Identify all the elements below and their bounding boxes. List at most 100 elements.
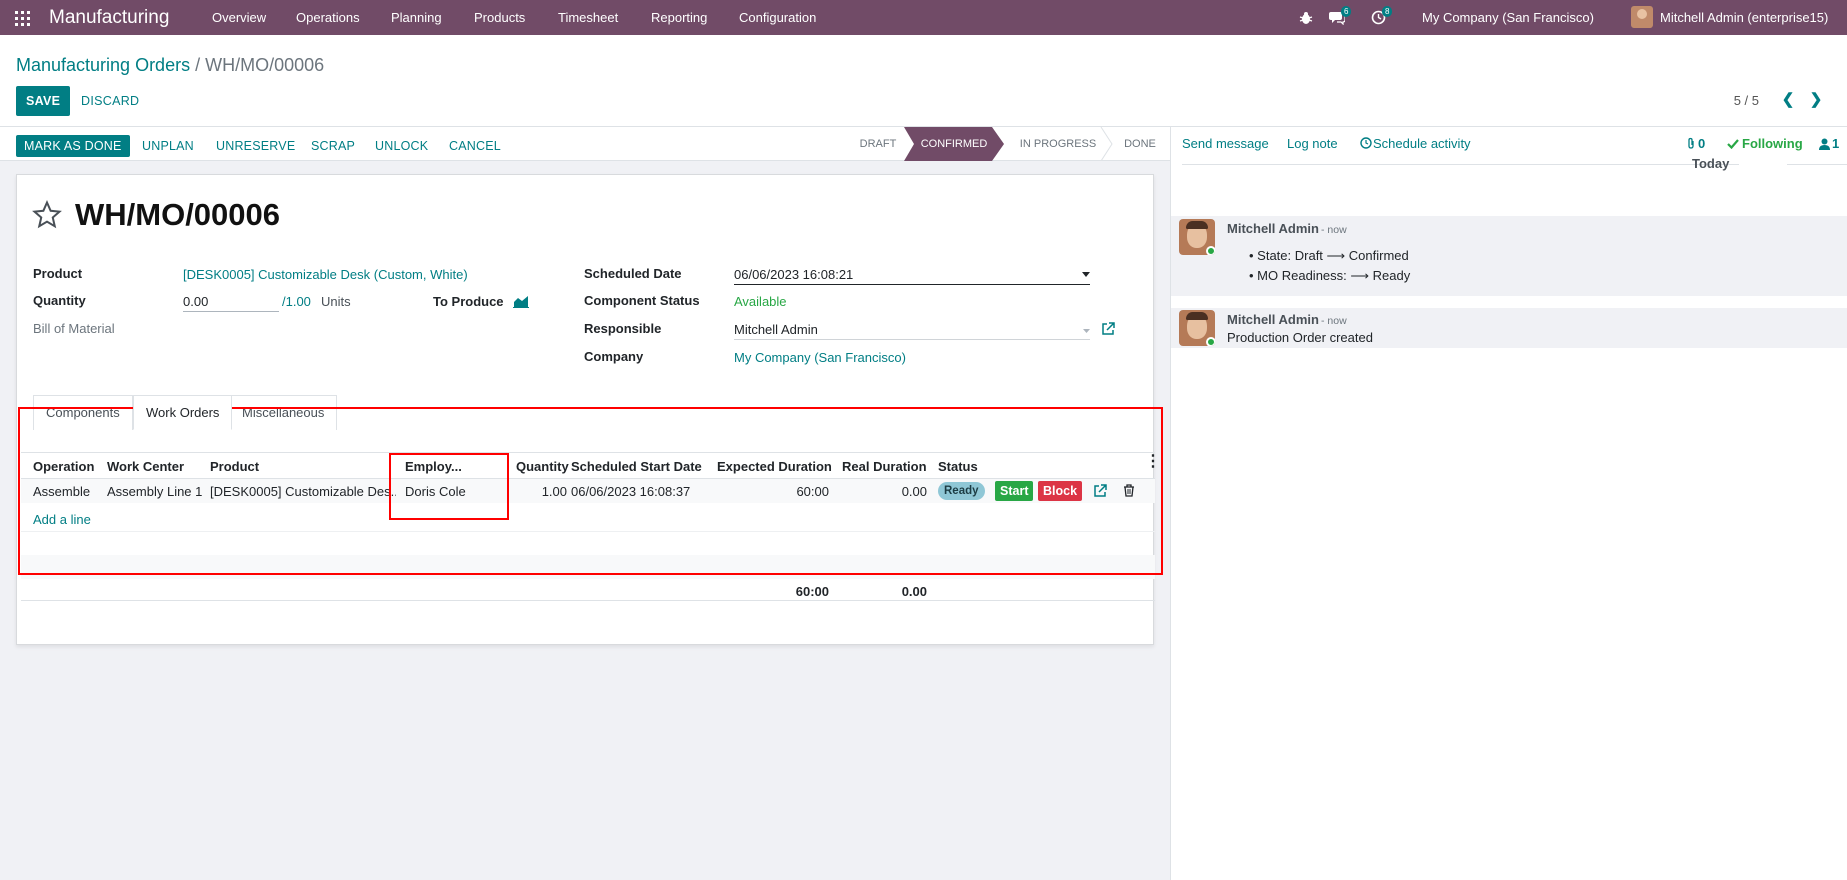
- responsible-dropdown-icon[interactable]: [1083, 329, 1090, 333]
- save-button[interactable]: SAVE: [16, 86, 71, 116]
- menu-configuration[interactable]: Configuration: [739, 10, 816, 25]
- followers-user-icon[interactable]: [1819, 138, 1830, 150]
- row-product[interactable]: [DESK0005] Customizable Des...: [210, 484, 396, 499]
- product-field[interactable]: [DESK0005] Customizable Desk (Custom, Wh…: [183, 267, 468, 282]
- col-scheduled-start-date[interactable]: Scheduled Start Date: [571, 459, 702, 474]
- row-work-center[interactable]: Assembly Line 1: [107, 484, 202, 499]
- pager-next-icon[interactable]: ❯: [1808, 92, 1824, 108]
- total-real-duration: 0.00: [901, 584, 927, 599]
- open-workorder-icon[interactable]: [1093, 484, 1107, 498]
- attachments-count[interactable]: 0: [1698, 136, 1705, 151]
- followers-count[interactable]: 1: [1832, 136, 1839, 151]
- log-note-button[interactable]: Log note: [1287, 136, 1338, 151]
- breadcrumb: Manufacturing Orders / WH/MO/00006: [16, 55, 324, 76]
- quantity-label: Quantity: [33, 293, 86, 308]
- row-start-date[interactable]: 06/06/2023 16:08:37: [571, 484, 690, 499]
- date-separator-line-left: [1182, 164, 1739, 165]
- row-real-duration[interactable]: 0.00: [877, 484, 927, 499]
- col-expected-duration[interactable]: Expected Duration: [717, 459, 832, 474]
- apps-menu-icon[interactable]: [15, 11, 30, 26]
- tab-miscellaneous[interactable]: Miscellaneous: [229, 395, 338, 430]
- stage-in-progress[interactable]: IN PROGRESS: [1016, 127, 1100, 161]
- debug-bug-icon[interactable]: [1299, 11, 1313, 25]
- author-avatar[interactable]: [1179, 310, 1215, 346]
- bom-label: Bill of Material: [33, 321, 115, 336]
- priority-star-icon[interactable]: [32, 200, 62, 230]
- cancel-button[interactable]: CANCEL: [449, 135, 501, 157]
- row-expected-duration[interactable]: 60:00: [773, 484, 829, 499]
- to-produce-label: To Produce: [433, 294, 504, 309]
- start-button[interactable]: Start: [995, 481, 1034, 501]
- total-expected-duration: 60:00: [795, 584, 829, 599]
- message-time: - now: [1321, 315, 1347, 327]
- schedule-activity-button[interactable]: Schedule activity: [1373, 136, 1471, 151]
- menu-reporting[interactable]: Reporting: [651, 10, 707, 25]
- company-switcher[interactable]: My Company (San Francisco): [1422, 10, 1594, 25]
- responsible-field[interactable]: Mitchell Admin: [734, 322, 818, 337]
- paperclip-icon[interactable]: [1686, 137, 1696, 150]
- forecast-chart-icon[interactable]: [513, 295, 529, 308]
- discard-button[interactable]: DISCARD: [81, 86, 139, 116]
- breadcrumb-parent[interactable]: Manufacturing Orders: [16, 55, 190, 75]
- company-label: Company: [584, 349, 644, 364]
- breadcrumb-separator: /: [195, 55, 201, 75]
- unplan-button[interactable]: UNPLAN: [142, 135, 194, 157]
- empty-row: [21, 555, 1155, 579]
- quantity-total: /1.00: [282, 294, 311, 309]
- menu-products[interactable]: Products: [474, 10, 525, 25]
- menu-timesheet[interactable]: Timesheet: [558, 10, 618, 25]
- record-title: WH/MO/00006: [75, 197, 281, 232]
- quantity-field[interactable]: 0.00: [183, 294, 208, 309]
- block-button[interactable]: Block: [1038, 481, 1083, 501]
- responsible-label: Responsible: [584, 321, 662, 336]
- empty-row: [21, 579, 1155, 601]
- scrap-button[interactable]: SCRAP: [311, 135, 355, 157]
- tracking-text: MO Readiness: ⟶ Ready: [1257, 268, 1411, 283]
- col-quantity[interactable]: Quantity: [516, 459, 569, 474]
- scheduled-date-field[interactable]: 06/06/2023 16:08:21: [734, 267, 853, 282]
- message-author[interactable]: Mitchell Admin: [1227, 221, 1319, 236]
- row-employee[interactable]: Doris Cole: [405, 484, 466, 499]
- menu-overview[interactable]: Overview: [212, 10, 266, 25]
- col-status[interactable]: Status: [938, 459, 978, 474]
- optional-columns-icon[interactable]: ⋮: [1145, 454, 1161, 470]
- date-dropdown-icon[interactable]: [1082, 272, 1090, 277]
- form-view: MARK AS DONE UNPLAN UNRESERVE SCRAP UNLO…: [0, 127, 1170, 880]
- col-operation[interactable]: Operation: [33, 459, 94, 474]
- add-a-line-link[interactable]: Add a line: [33, 512, 91, 527]
- author-avatar[interactable]: [1179, 219, 1215, 255]
- col-real-duration[interactable]: Real Duration: [842, 459, 927, 474]
- following-button[interactable]: Following: [1742, 136, 1803, 151]
- tracking-line: • MO Readiness: ⟶ Ready: [1249, 268, 1411, 283]
- company-field[interactable]: My Company (San Francisco): [734, 350, 906, 365]
- unreserve-button[interactable]: UNRESERVE: [216, 135, 295, 157]
- message-author[interactable]: Mitchell Admin: [1227, 312, 1319, 327]
- stage-done[interactable]: DONE: [1118, 127, 1162, 161]
- col-employee[interactable]: Employ...: [405, 459, 462, 474]
- menu-planning[interactable]: Planning: [391, 10, 442, 25]
- chatter-panel: Send message Log note Schedule activity …: [1170, 127, 1847, 880]
- date-separator-line-right: [1787, 164, 1847, 165]
- tab-work-orders[interactable]: Work Orders: [133, 395, 233, 430]
- user-menu[interactable]: Mitchell Admin (enterprise15): [1660, 10, 1828, 25]
- col-product[interactable]: Product: [210, 459, 259, 474]
- online-status-icon: [1206, 337, 1215, 346]
- col-work-center[interactable]: Work Center: [107, 459, 184, 474]
- app-name[interactable]: Manufacturing: [49, 7, 169, 29]
- form-sheet: WH/MO/00006 Product [DESK0005] Customiza…: [16, 174, 1163, 645]
- unlock-button[interactable]: UNLOCK: [375, 135, 428, 157]
- menu-operations[interactable]: Operations: [296, 10, 360, 25]
- delete-trash-icon[interactable]: [1123, 484, 1135, 497]
- pager-value[interactable]: 5 / 5: [1734, 93, 1759, 108]
- external-link-icon[interactable]: [1101, 322, 1115, 336]
- tab-components[interactable]: Components: [33, 395, 133, 430]
- stage-draft[interactable]: DRAFT: [852, 127, 904, 161]
- pager-previous-icon[interactable]: ❮: [1780, 92, 1796, 108]
- row-operation[interactable]: Assemble: [33, 484, 90, 499]
- send-message-button[interactable]: Send message: [1182, 136, 1269, 151]
- mark-as-done-button[interactable]: MARK AS DONE: [16, 135, 130, 157]
- user-avatar[interactable]: [1631, 6, 1653, 28]
- stage-confirmed[interactable]: CONFIRMED: [914, 127, 994, 161]
- responsible-underline: [734, 339, 1090, 340]
- row-quantity[interactable]: 1.00: [522, 484, 567, 499]
